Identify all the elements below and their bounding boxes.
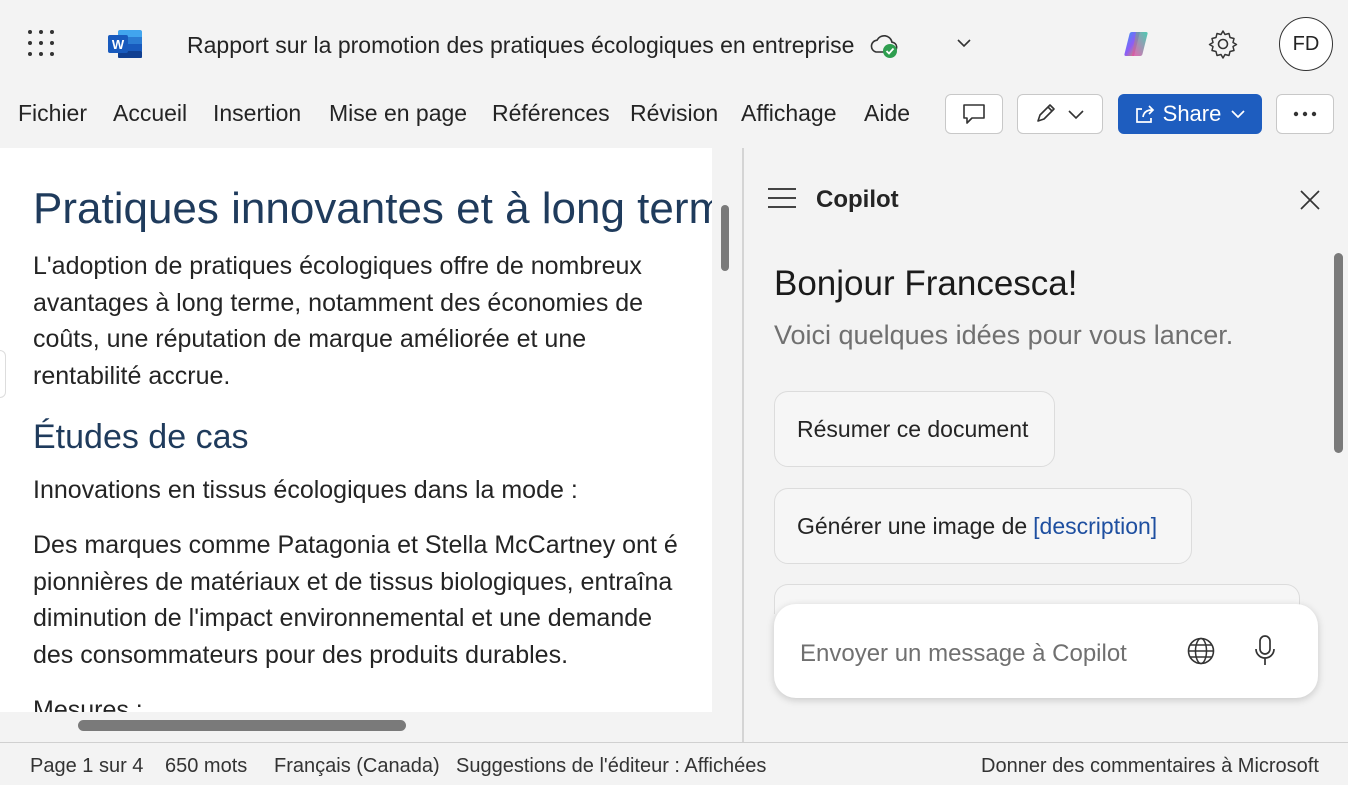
more-options-button[interactable] bbox=[1276, 94, 1334, 134]
suggestion-placeholder: [description] bbox=[1033, 512, 1158, 539]
document-title[interactable]: Rapport sur la promotion des pratiques é… bbox=[187, 32, 854, 59]
menu-icon[interactable] bbox=[768, 188, 796, 210]
share-label: Share bbox=[1162, 101, 1222, 126]
user-avatar[interactable]: FD bbox=[1279, 17, 1333, 71]
suggestion-summarize[interactable]: Résumer ce document bbox=[774, 391, 1055, 467]
document-canvas[interactable]: Pratiques innovantes et à long terme L'a… bbox=[0, 148, 712, 712]
settings-gear-icon[interactable] bbox=[1207, 28, 1239, 60]
word-icon[interactable]: W bbox=[108, 28, 144, 60]
microphone-icon[interactable] bbox=[1252, 634, 1278, 668]
paragraph-line[interactable]: L'adoption de pratiques écologiques offr… bbox=[33, 248, 642, 285]
language-status[interactable]: Français (Canada) bbox=[274, 755, 440, 778]
copilot-title: Copilot bbox=[816, 186, 899, 213]
word-count[interactable]: 650 mots bbox=[165, 755, 247, 778]
comment-icon bbox=[963, 104, 985, 124]
page-count[interactable]: Page 1 sur 4 bbox=[30, 755, 143, 778]
editor-suggestions-status[interactable]: Suggestions de l'éditeur : Affichées bbox=[456, 755, 766, 778]
chevron-down-icon bbox=[1068, 110, 1084, 120]
document-horizontal-scrollbar[interactable] bbox=[78, 720, 406, 731]
navigation-pane-toggle[interactable] bbox=[0, 350, 6, 398]
pencil-icon bbox=[1037, 104, 1055, 122]
paragraph-line[interactable]: avantages à long terme, notamment des éc… bbox=[33, 285, 643, 322]
heading-1[interactable]: Pratiques innovantes et à long terme bbox=[33, 184, 712, 234]
app-launcher-icon[interactable] bbox=[28, 30, 56, 58]
copilot-pane: Copilot Bonjour Francesca! Voici quelque… bbox=[744, 148, 1348, 742]
status-bar: Page 1 sur 4 650 mots Français (Canada) … bbox=[0, 742, 1348, 785]
svg-text:W: W bbox=[112, 37, 125, 52]
copilot-greeting: Bonjour Francesca! bbox=[774, 264, 1078, 303]
menu-references[interactable]: Références bbox=[492, 100, 610, 127]
document-vertical-scrollbar[interactable] bbox=[721, 205, 729, 271]
paragraph-line[interactable]: pionnières de matériaux et de tissus bio… bbox=[33, 564, 672, 601]
paragraph-line[interactable]: rentabilité accrue. bbox=[33, 358, 230, 395]
menu-insert[interactable]: Insertion bbox=[213, 100, 301, 127]
copilot-scrollbar[interactable] bbox=[1334, 253, 1343, 453]
paragraph-line[interactable]: des consommateurs pour des produits dura… bbox=[33, 637, 568, 674]
chevron-down-icon[interactable] bbox=[955, 36, 973, 50]
heading-2[interactable]: Études de cas bbox=[33, 418, 248, 457]
message-input[interactable]: Envoyer un message à Copilot bbox=[800, 640, 1127, 668]
menu-view[interactable]: Affichage bbox=[741, 100, 836, 127]
feedback-link[interactable]: Donner des commentaires à Microsoft bbox=[981, 755, 1319, 778]
globe-icon[interactable] bbox=[1186, 636, 1216, 666]
suggestion-generate-image[interactable]: Générer une image de [description] bbox=[774, 488, 1192, 564]
ribbon: Fichier Accueil Insertion Mise en page R… bbox=[0, 88, 1348, 144]
close-icon[interactable] bbox=[1298, 188, 1322, 212]
paragraph-line[interactable]: Innovations en tissus écologiques dans l… bbox=[33, 472, 578, 509]
suggestion-text: Résumer ce document bbox=[797, 415, 1029, 442]
menu-help[interactable]: Aide bbox=[864, 100, 910, 127]
menu-file[interactable]: Fichier bbox=[18, 100, 87, 127]
share-icon bbox=[1135, 105, 1154, 123]
paragraph-line[interactable]: coûts, une réputation de marque amélioré… bbox=[33, 321, 586, 358]
comments-button[interactable] bbox=[945, 94, 1003, 134]
share-button[interactable]: Share bbox=[1118, 94, 1262, 134]
editing-mode-button[interactable] bbox=[1017, 94, 1103, 134]
copilot-icon[interactable] bbox=[1122, 28, 1154, 60]
suggestion-text: Générer une image de bbox=[797, 512, 1028, 539]
title-bar: W Rapport sur la promotion des pratiques… bbox=[0, 0, 1348, 88]
copilot-message-box[interactable]: Envoyer un message à Copilot bbox=[774, 604, 1318, 698]
cloud-check-icon[interactable] bbox=[868, 32, 900, 60]
menu-layout[interactable]: Mise en page bbox=[329, 100, 467, 127]
copilot-subtitle: Voici quelques idées pour vous lancer. bbox=[774, 320, 1234, 350]
paragraph-line[interactable]: Des marques comme Patagonia et Stella Mc… bbox=[33, 527, 678, 564]
chevron-down-icon bbox=[1231, 110, 1245, 119]
menu-review[interactable]: Révision bbox=[630, 100, 718, 127]
paragraph-line[interactable]: Mesures : bbox=[33, 692, 143, 712]
more-icon bbox=[1293, 111, 1317, 117]
paragraph-line[interactable]: diminution de l'impact environnemental e… bbox=[33, 600, 652, 637]
menu-home[interactable]: Accueil bbox=[113, 100, 187, 127]
